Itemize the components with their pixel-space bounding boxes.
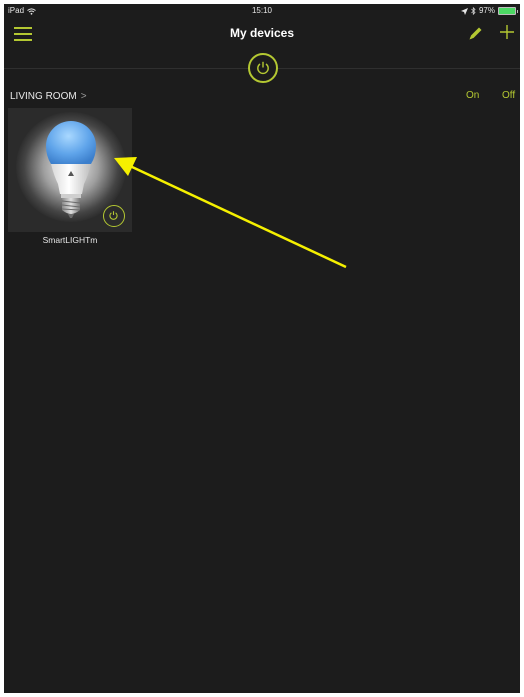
battery-tip (517, 9, 518, 13)
chevron-right-icon: > (80, 91, 87, 102)
power-icon (257, 61, 269, 75)
status-bar-right: 97% (460, 4, 518, 18)
light-bulb-icon (46, 121, 96, 218)
device-power-button[interactable] (103, 205, 125, 227)
device-tile[interactable] (8, 108, 132, 232)
nav-bar: My devices (4, 18, 520, 56)
pencil-edit-icon[interactable] (466, 25, 484, 43)
bluetooth-icon (471, 7, 476, 15)
location-icon (460, 7, 468, 15)
master-power-button[interactable] (248, 53, 278, 83)
status-bar: iPad 15:10 97% (4, 4, 520, 18)
power-icon (109, 211, 118, 220)
room-on-button[interactable]: On (466, 90, 479, 101)
room-header-living-room[interactable]: LIVING ROOM > (10, 91, 87, 102)
battery-fill (499, 8, 515, 14)
battery-percent: 97% (478, 6, 495, 15)
battery-icon (498, 7, 516, 15)
add-device-icon[interactable] (498, 23, 516, 41)
status-time: 15:10 (251, 6, 273, 15)
app-screen: iPad 15:10 97% My devices LIVING ROOM > … (4, 4, 520, 693)
device-name-label: SmartLIGHTm (42, 235, 98, 245)
page-title: My devices (229, 26, 295, 40)
room-off-button[interactable]: Off (502, 90, 515, 101)
room-name: LIVING ROOM (10, 91, 77, 102)
